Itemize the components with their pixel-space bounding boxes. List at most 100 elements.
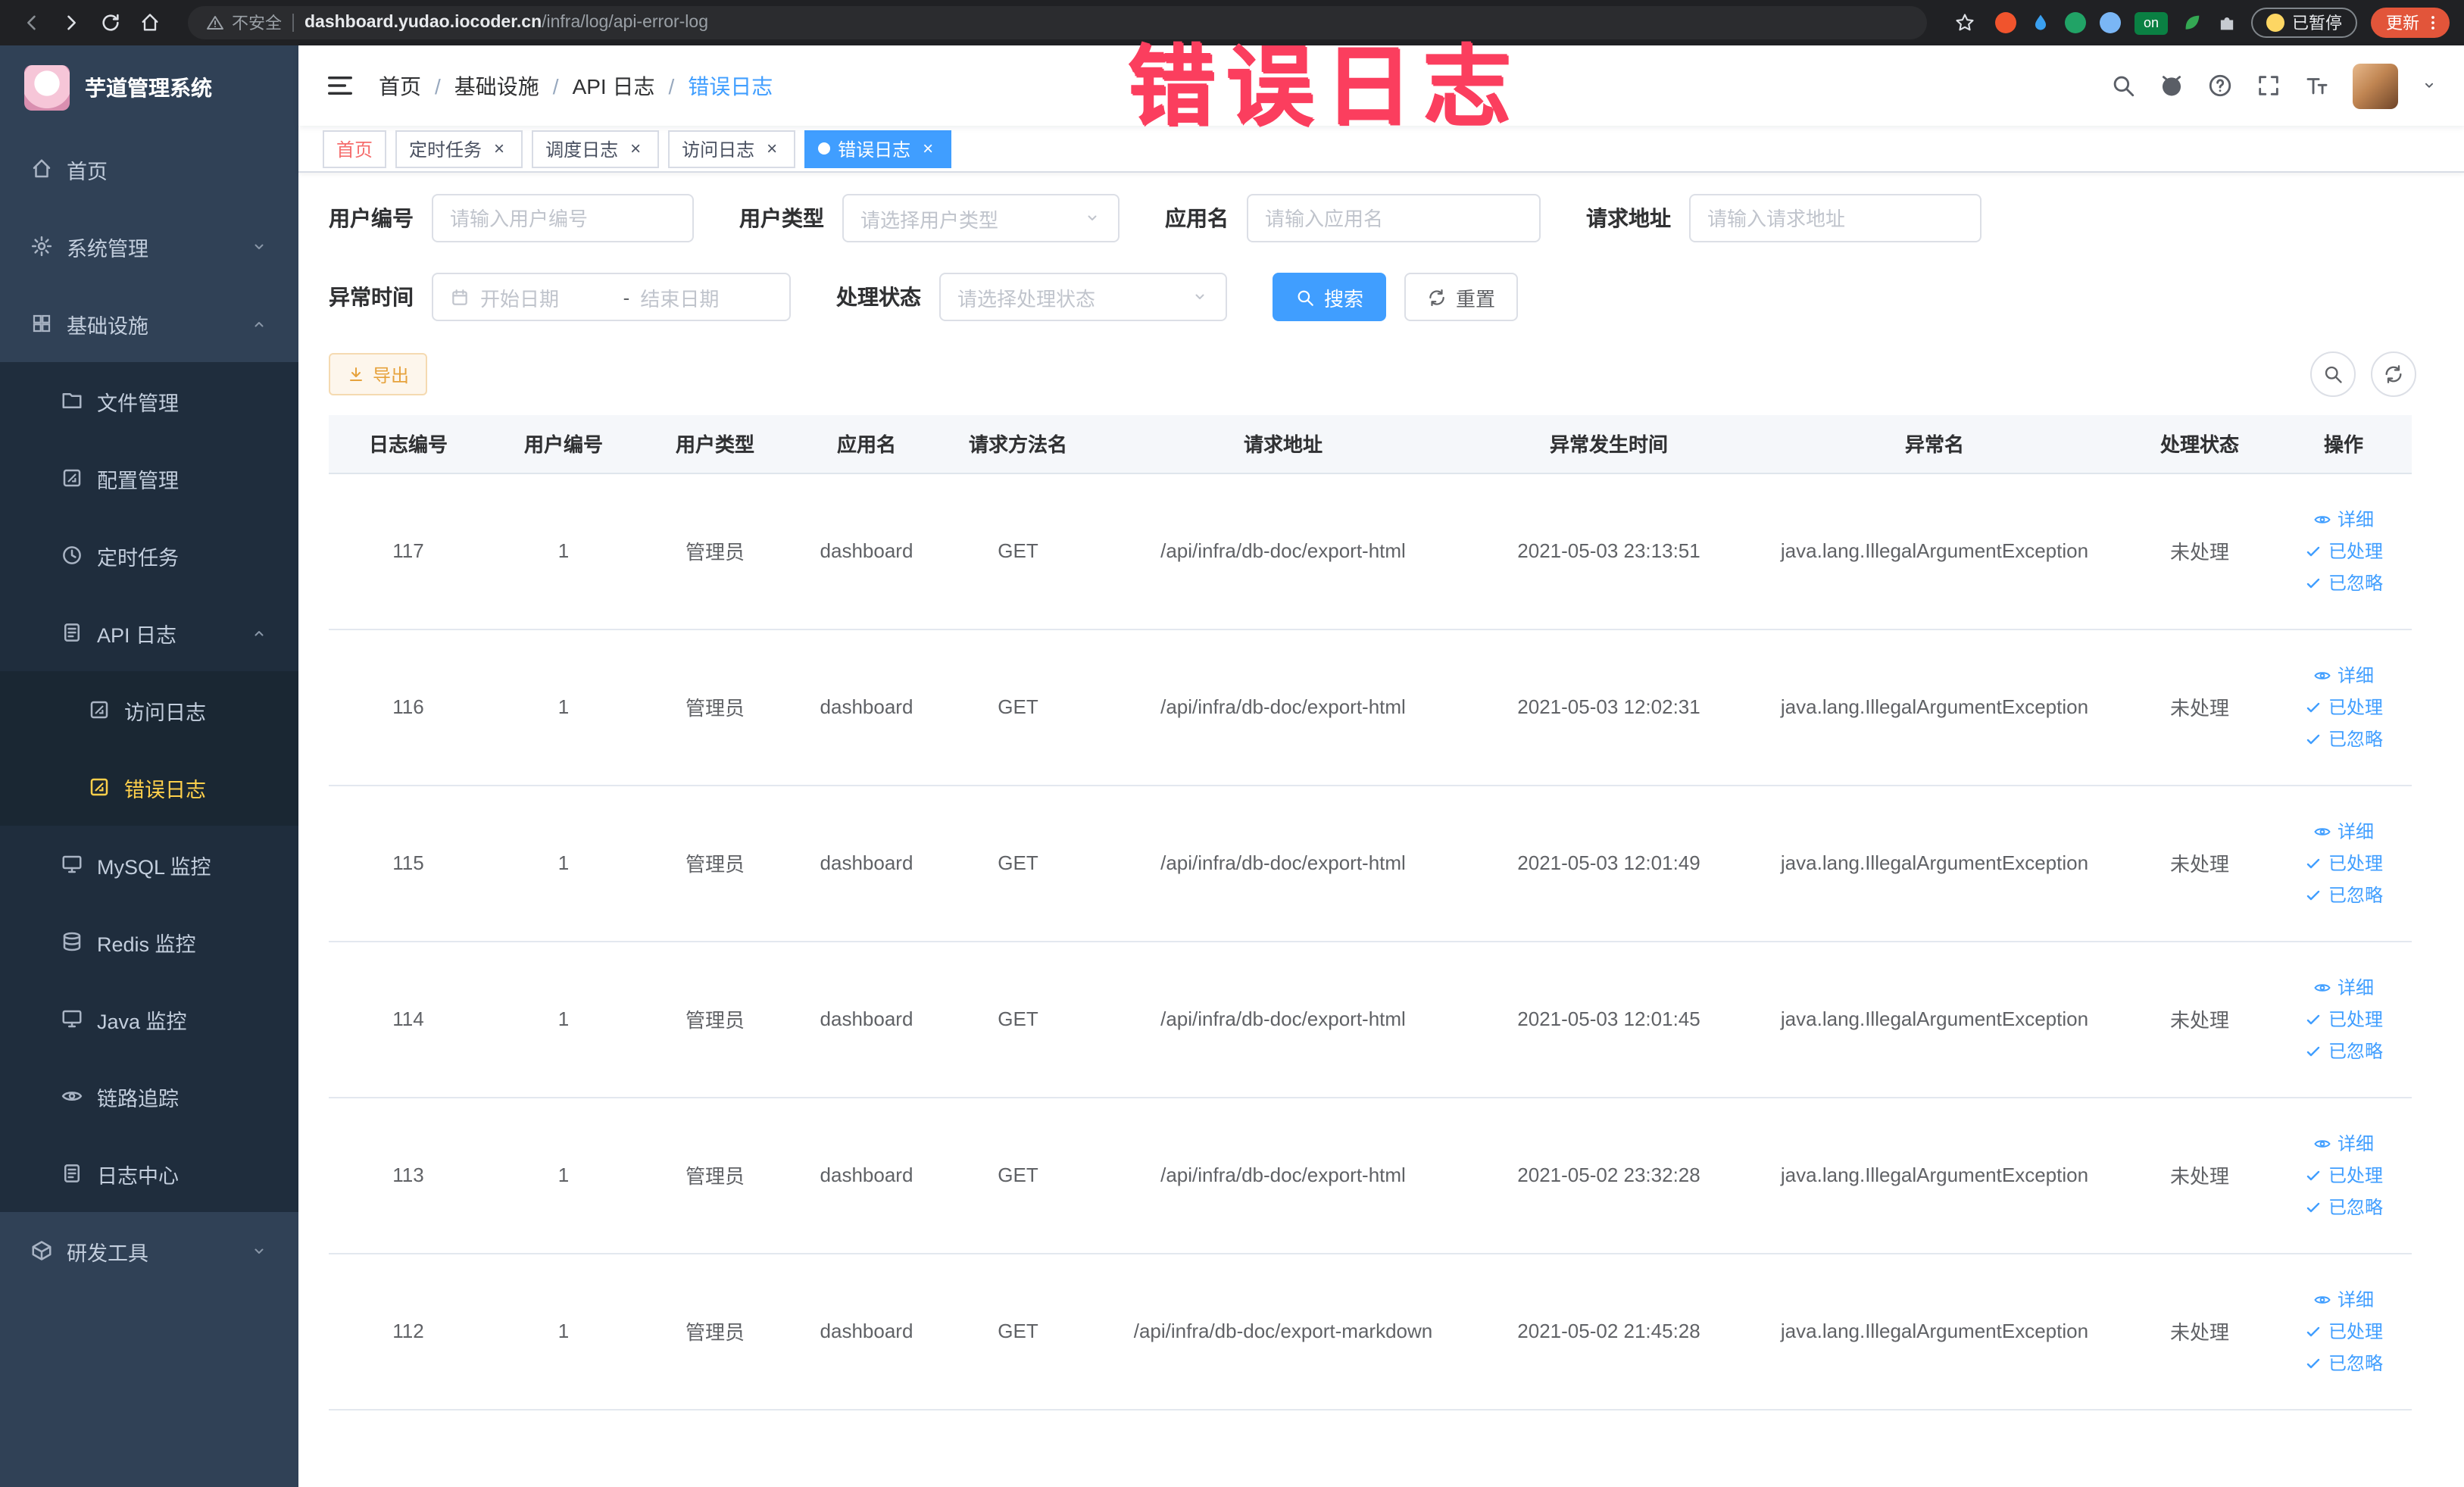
breadcrumb-item-infrastructure[interactable]: 基础设施 xyxy=(454,70,539,101)
detail-link[interactable]: 详细 xyxy=(2284,503,2403,535)
sidebar-item-config-management[interactable]: 配置管理 xyxy=(0,439,298,517)
security-chip[interactable]: 不安全 xyxy=(206,11,282,35)
sidebar-item-dev-tools[interactable]: 研发工具 xyxy=(0,1212,298,1289)
page-content: 用户编号 用户类型 请选择用户类型 应用名 xyxy=(298,173,2464,1487)
sidebar-item-java-monitor[interactable]: Java 监控 xyxy=(0,980,298,1057)
extension-icon-2[interactable] xyxy=(2030,12,2051,33)
browser-update-button[interactable]: 更新 xyxy=(2371,8,2450,38)
cell-request-url: /api/infra/db-doc/export-html xyxy=(1094,473,1472,629)
caret-down-icon[interactable] xyxy=(2421,77,2437,94)
export-button[interactable]: 导出 xyxy=(329,353,428,395)
tab-dispatch-logs[interactable]: 调度日志 × xyxy=(532,130,660,167)
breadcrumb-item-api-logs[interactable]: API 日志 xyxy=(573,70,655,101)
close-icon[interactable]: × xyxy=(489,139,509,158)
mark-ignored-link[interactable]: 已忽略 xyxy=(2284,1035,2403,1067)
sidebar-item-link-tracing[interactable]: 链路追踪 xyxy=(0,1057,298,1135)
date-range-picker[interactable]: 开始日期 - 结束日期 xyxy=(432,273,791,321)
cell-status: 未处理 xyxy=(2124,785,2275,942)
sidebar-item-api-logs[interactable]: API 日志 xyxy=(0,594,298,671)
detail-link[interactable]: 详细 xyxy=(2284,1283,2403,1315)
cell-log-id: 116 xyxy=(329,629,488,786)
extension-icon-3[interactable] xyxy=(2065,12,2086,33)
browser-forward-button[interactable] xyxy=(55,6,88,39)
tab-scheduled-tasks[interactable]: 定时任务 × xyxy=(395,130,523,167)
cell-exception-time: 2021-05-02 23:32:28 xyxy=(1472,1097,1745,1254)
mark-ignored-link[interactable]: 已忽略 xyxy=(2284,723,2403,754)
mark-ignored-link[interactable]: 已忽略 xyxy=(2284,567,2403,598)
reset-button[interactable]: 重置 xyxy=(1404,273,1519,321)
column-request-url: 请求地址 xyxy=(1094,415,1472,473)
sidebar-item-system-management[interactable]: 系统管理 xyxy=(0,208,298,285)
tab-home[interactable]: 首页 xyxy=(323,130,387,167)
detail-link[interactable]: 详细 xyxy=(2284,659,2403,691)
browser-home-button[interactable] xyxy=(133,6,167,39)
mark-ignored-link[interactable]: 已忽略 xyxy=(2284,1191,2403,1223)
extension-on-badge[interactable]: on xyxy=(2135,11,2168,34)
process-status-select[interactable]: 请选择处理状态 xyxy=(939,273,1227,321)
mark-processed-link[interactable]: 已处理 xyxy=(2284,1315,2403,1347)
screenshot-root: 不安全 dashboard.yudao.iocoder.cn/infra/log… xyxy=(0,0,2464,1487)
request-url-input[interactable] xyxy=(1707,207,1963,230)
eye-icon xyxy=(2313,1134,2331,1152)
close-icon[interactable]: × xyxy=(762,139,782,158)
detail-link[interactable]: 详细 xyxy=(2284,1127,2403,1159)
paused-badge[interactable]: 已暂停 xyxy=(2251,8,2357,38)
mark-processed-link[interactable]: 已处理 xyxy=(2284,691,2403,723)
tab-error-logs[interactable]: 错误日志 × xyxy=(804,130,952,167)
mark-ignored-link[interactable]: 已忽略 xyxy=(2284,879,2403,911)
cell-user-id: 1 xyxy=(488,629,639,786)
detail-link[interactable]: 详细 xyxy=(2284,815,2403,847)
sidebar-item-home[interactable]: 首页 xyxy=(0,130,298,208)
sidebar-item-access-logs[interactable]: 访问日志 xyxy=(0,671,298,748)
column-user-id: 用户编号 xyxy=(488,415,639,473)
browser-reload-button[interactable] xyxy=(94,6,127,39)
breadcrumb-item-home[interactable]: 首页 xyxy=(379,70,421,101)
extension-icon-1[interactable] xyxy=(1995,12,2016,33)
tab-access-logs[interactable]: 访问日志 × xyxy=(668,130,796,167)
cell-status: 未处理 xyxy=(2124,473,2275,629)
extensions-puzzle-icon[interactable] xyxy=(2216,12,2238,33)
font-size-icon[interactable] xyxy=(2304,73,2330,98)
github-icon[interactable] xyxy=(2159,73,2184,98)
extension-icon-4[interactable] xyxy=(2100,12,2121,33)
leaf-extension-icon[interactable] xyxy=(2181,12,2203,33)
mark-ignored-link[interactable]: 已忽略 xyxy=(2284,1347,2403,1379)
user-avatar[interactable] xyxy=(2353,63,2398,108)
bookmark-button[interactable] xyxy=(1948,6,1982,39)
column-method: 请求方法名 xyxy=(942,415,1094,473)
mark-processed-link[interactable]: 已处理 xyxy=(2284,1159,2403,1191)
user-id-input[interactable] xyxy=(450,207,676,230)
hamburger-icon[interactable] xyxy=(326,71,354,100)
column-user-type: 用户类型 xyxy=(639,415,791,473)
close-icon[interactable]: × xyxy=(626,139,645,158)
help-icon[interactable] xyxy=(2207,73,2233,98)
detail-link[interactable]: 详细 xyxy=(2284,971,2403,1003)
breadcrumb-item-error-logs: 错误日志 xyxy=(688,73,773,98)
toggle-search-button[interactable] xyxy=(2310,351,2356,397)
start-date-placeholder: 开始日期 xyxy=(480,287,560,310)
user-type-select[interactable]: 请选择用户类型 xyxy=(842,194,1120,242)
table-toolbar: 导出 xyxy=(329,351,2437,397)
app-name-input[interactable] xyxy=(1265,207,1522,230)
sidebar-item-scheduled-tasks[interactable]: 定时任务 xyxy=(0,517,298,594)
mark-processed-link[interactable]: 已处理 xyxy=(2284,535,2403,567)
sidebar-item-mysql-monitor[interactable]: MySQL 监控 xyxy=(0,826,298,903)
address-bar[interactable]: 不安全 dashboard.yudao.iocoder.cn/infra/log… xyxy=(188,6,1927,39)
sidebar-item-file-management[interactable]: 文件管理 xyxy=(0,362,298,439)
sidebar-item-log-center[interactable]: 日志中心 xyxy=(0,1135,298,1212)
fullscreen-icon[interactable] xyxy=(2256,73,2281,98)
search-button[interactable]: 搜索 xyxy=(1273,273,1387,321)
refresh-table-button[interactable] xyxy=(2371,351,2416,397)
cell-operations: 详细 已处理 已忽略 xyxy=(2275,473,2412,629)
sidebar-item-error-logs[interactable]: 错误日志 xyxy=(0,748,298,826)
cell-log-id: 114 xyxy=(329,941,488,1098)
close-icon[interactable]: × xyxy=(918,139,938,158)
sidebar-item-infrastructure[interactable]: 基础设施 xyxy=(0,285,298,362)
mark-processed-link[interactable]: 已处理 xyxy=(2284,1003,2403,1035)
browser-back-button[interactable] xyxy=(15,6,48,39)
mark-processed-link[interactable]: 已处理 xyxy=(2284,847,2403,879)
search-icon[interactable] xyxy=(2110,73,2136,98)
sidebar-item-redis-monitor[interactable]: Redis 监控 xyxy=(0,903,298,980)
table-row: 115 1 管理员 dashboard GET /api/infra/db-do… xyxy=(329,785,2412,942)
column-app-name: 应用名 xyxy=(791,415,942,473)
